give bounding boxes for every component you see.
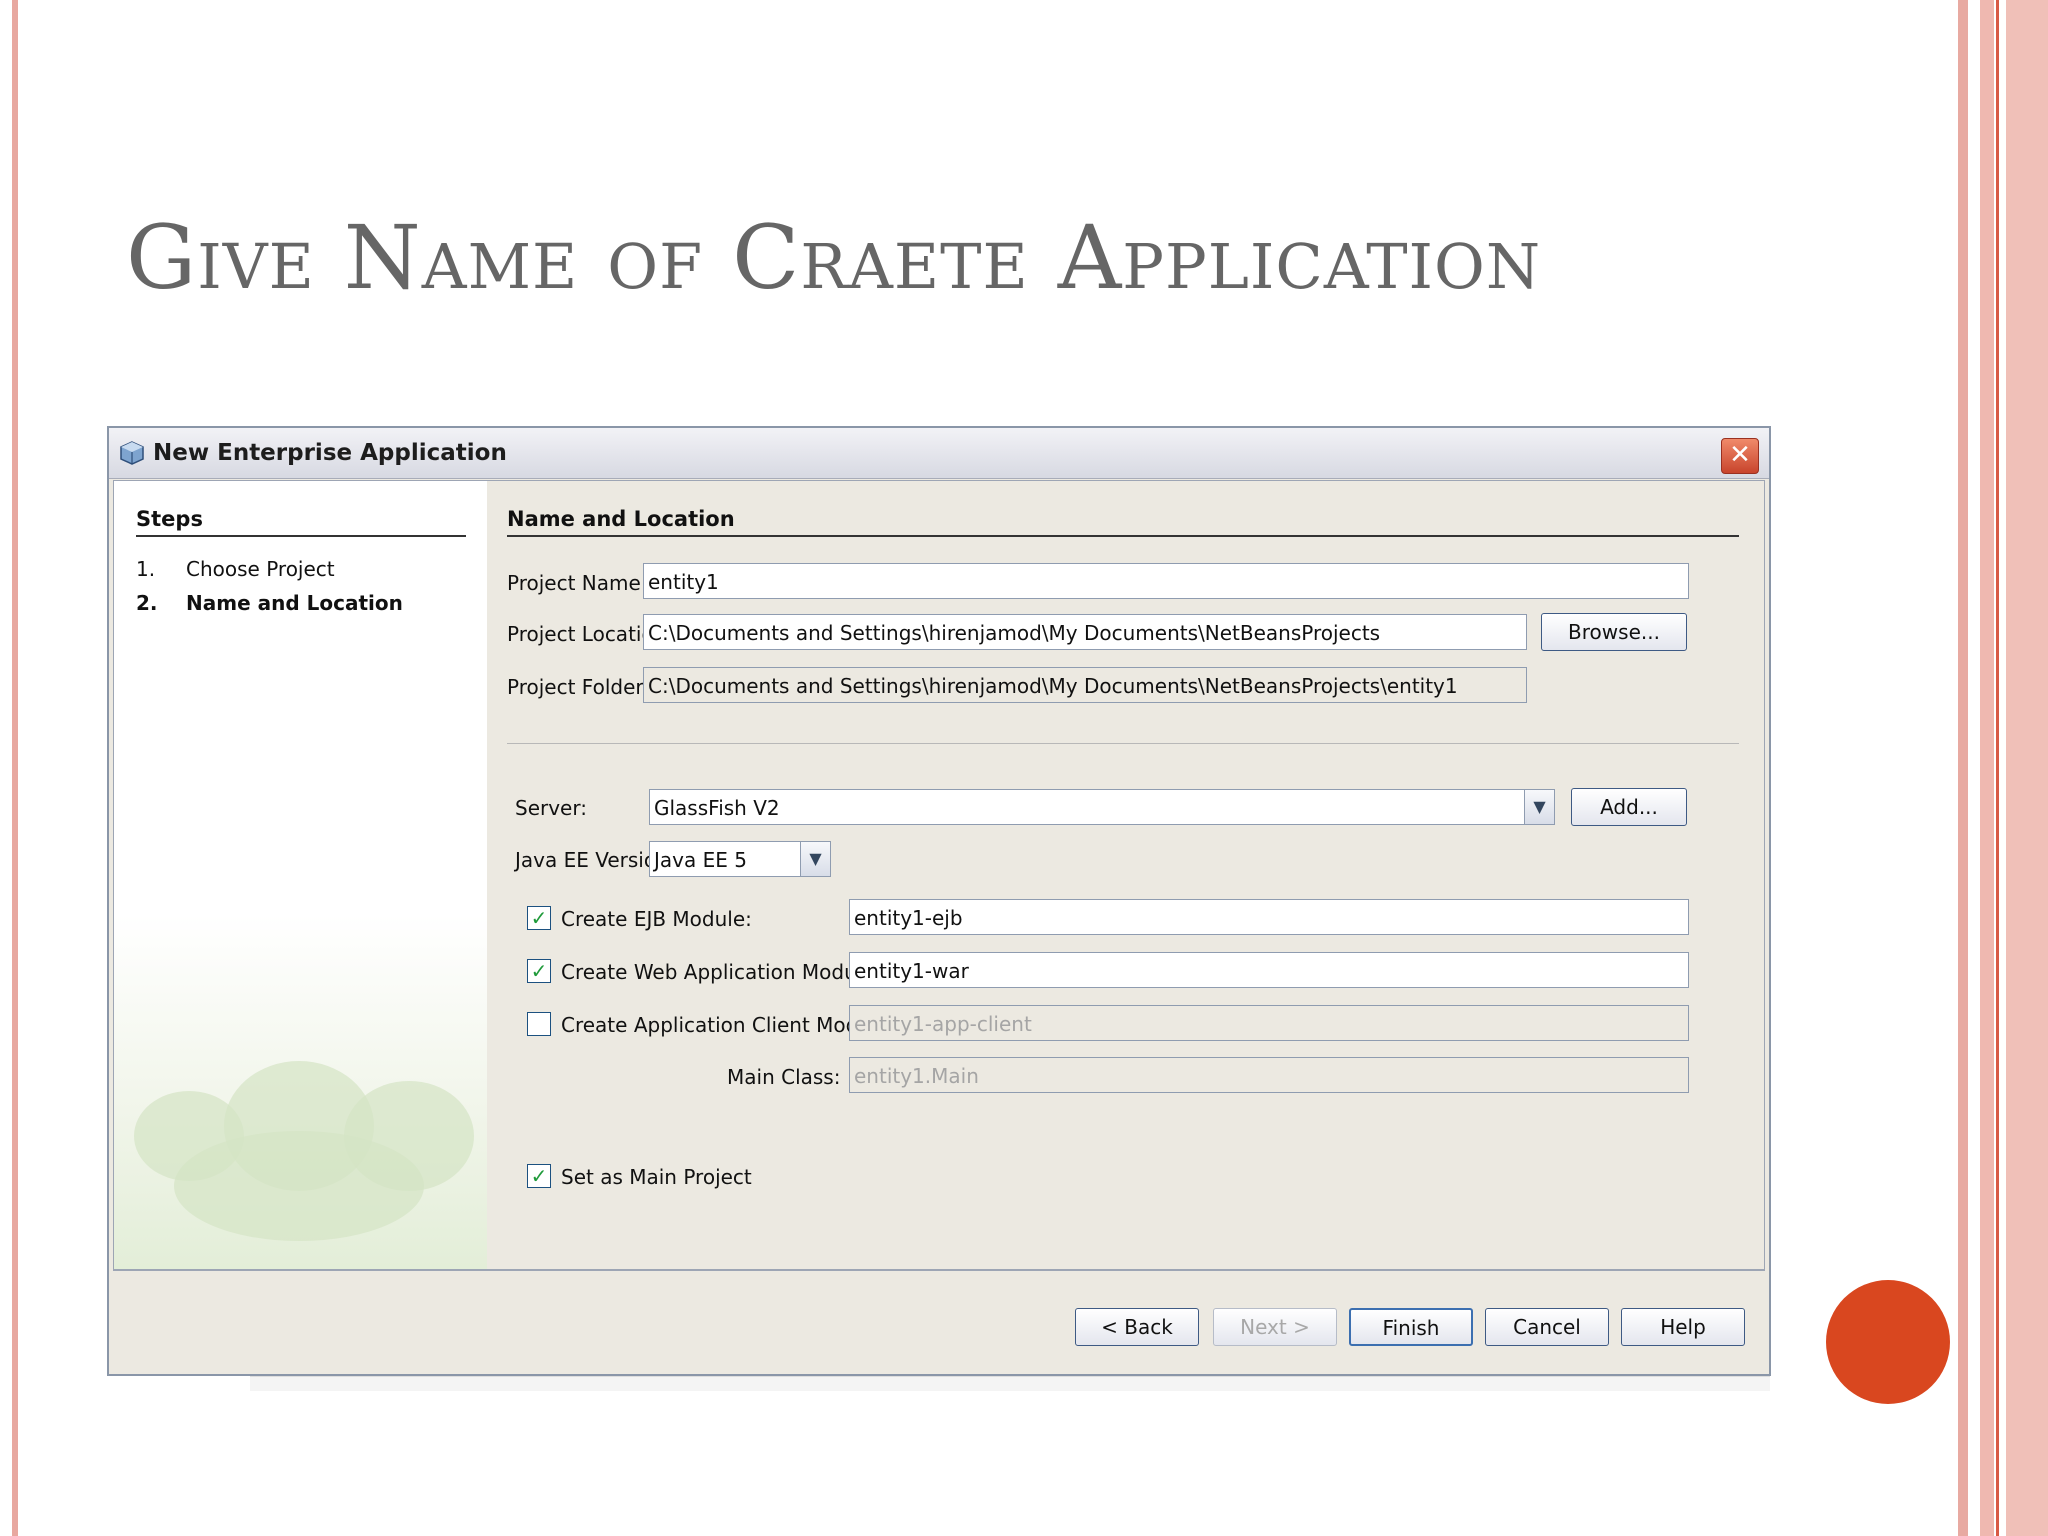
add-server-button[interactable]: Add... [1571,788,1687,826]
create-ejb-module-checkbox[interactable]: ✓ [527,906,551,930]
section-title: Name and Location [507,507,735,531]
browse-button[interactable]: Browse... [1541,613,1687,651]
slide-right-stripe [1958,0,1968,1536]
new-enterprise-application-dialog: New Enterprise Application ✕ Steps 1. Cho… [107,426,1771,1376]
step-label: Choose Project [186,557,335,581]
back-button[interactable]: < Back [1075,1308,1199,1346]
steps-title: Steps [136,507,203,531]
server-select[interactable]: GlassFish V2 ▼ [649,789,1555,825]
section-separator [507,743,1739,744]
step-number: 2. [136,591,158,615]
dialog-titlebar[interactable]: New Enterprise Application ✕ [109,428,1769,479]
create-web-module-label: Create Web Application Module: [561,960,882,984]
step-number: 1. [136,557,156,581]
set-as-main-project-label: Set as Main Project [561,1165,752,1189]
main-class-input: entity1.Main [849,1057,1689,1093]
project-folder-label: Project Folder: [507,675,650,699]
project-name-input[interactable]: entity1 [643,563,1689,599]
server-label: Server: [515,796,587,820]
dialog-title: New Enterprise Application [153,440,507,466]
create-client-module-label: Create Application Client Module: [561,1013,896,1037]
slide-right-stripe [1980,0,1994,1536]
steps-divider [136,535,466,537]
client-module-name-input: entity1-app-client [849,1005,1689,1041]
slide-accent-circle [1826,1280,1950,1404]
set-as-main-project-checkbox[interactable]: ✓ [527,1164,551,1188]
decorative-blob [174,1131,424,1241]
dialog-body: Steps 1. Choose Project 2. Name and Locati… [113,480,1765,1270]
project-location-input[interactable]: C:\Documents and Settings\hirenjamod\My … [643,614,1527,650]
slide-left-stripe [12,0,18,1536]
footer-divider [113,1270,1765,1271]
background-window-edge [250,1376,1770,1391]
step-label: Name and Location [186,591,403,615]
chevron-down-icon[interactable]: ▼ [1524,790,1554,824]
chevron-down-icon[interactable]: ▼ [800,842,830,876]
close-icon[interactable]: ✕ [1721,438,1759,474]
java-ee-version-selected-value: Java EE 5 [654,848,747,872]
create-ejb-module-label: Create EJB Module: [561,907,752,931]
main-class-label: Main Class: [727,1065,841,1089]
project-name-label: Project Name: [507,571,648,595]
server-selected-value: GlassFish V2 [654,796,780,820]
steps-panel: Steps 1. Choose Project 2. Name and Locati… [114,481,487,1269]
name-and-location-panel: Name and Location Project Name: entity1 … [487,481,1764,1269]
create-client-module-checkbox[interactable] [527,1012,551,1036]
slide-right-stripe [1996,0,1999,1536]
slide-title: Give Name of Craete Application [126,206,1542,309]
app-cube-icon [120,441,144,465]
step-choose-project: 1. Choose Project [136,557,335,581]
create-web-module-checkbox[interactable]: ✓ [527,959,551,983]
project-folder-field: C:\Documents and Settings\hirenjamod\My … [643,667,1527,703]
next-button[interactable]: Next > [1213,1308,1337,1346]
java-ee-version-select[interactable]: Java EE 5 ▼ [649,841,831,877]
finish-button[interactable]: Finish [1349,1308,1473,1346]
web-module-name-input[interactable]: entity1-war [849,952,1689,988]
slide-right-stripe [2006,0,2048,1536]
cancel-button[interactable]: Cancel [1485,1308,1609,1346]
section-divider [507,535,1739,537]
help-button[interactable]: Help [1621,1308,1745,1346]
ejb-module-name-input[interactable]: entity1-ejb [849,899,1689,935]
step-name-and-location: 2. Name and Location [136,591,403,615]
